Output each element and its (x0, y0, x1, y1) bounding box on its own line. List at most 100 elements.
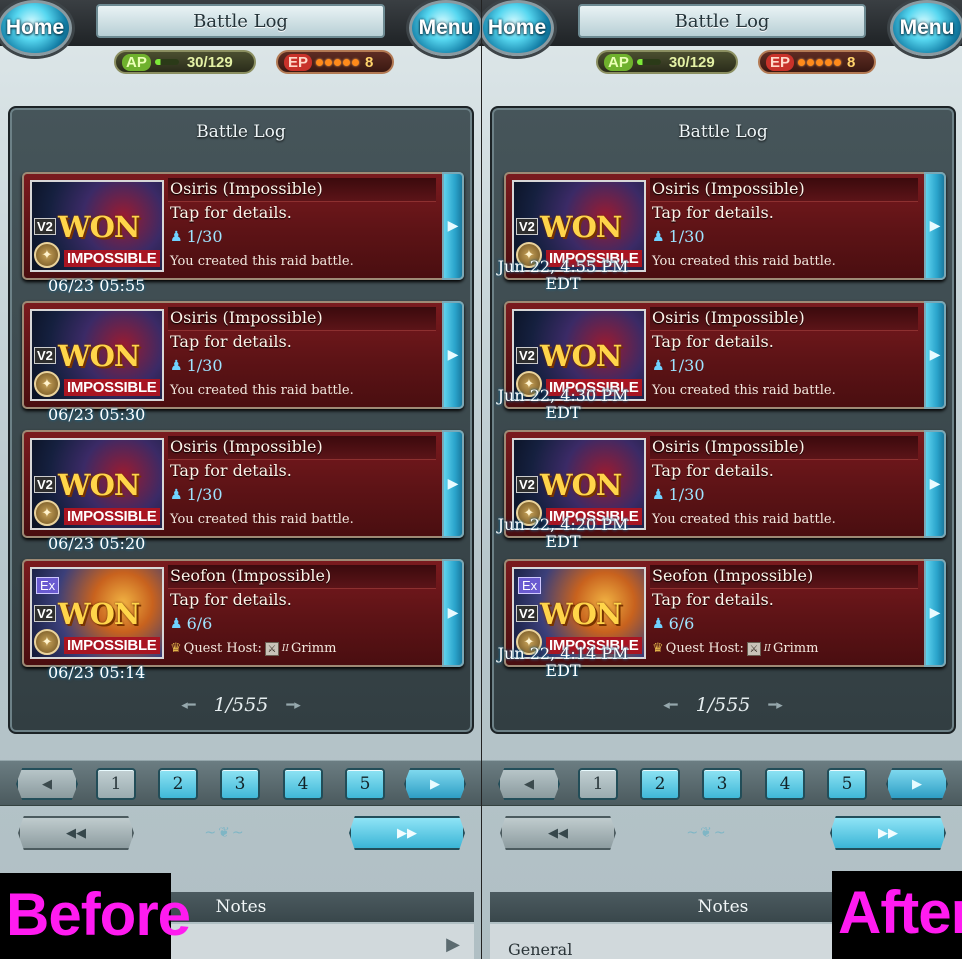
v2-badge: V2 (34, 605, 56, 622)
ep-value: 8 (365, 53, 374, 71)
won-label: WON (540, 468, 622, 502)
host-crest-icon: ♛ (170, 641, 182, 656)
class-icon: ⚔ (264, 641, 279, 656)
won-label: WON (58, 468, 140, 502)
player-count: ♟ 1/30 (170, 356, 223, 375)
v2-badge: V2 (34, 347, 56, 364)
won-label: WON (540, 339, 622, 373)
tap-details: Tap for details. (652, 461, 774, 480)
impossible-label: IMPOSSIBLE (64, 379, 160, 396)
entry-arrow-button[interactable]: ▶ (924, 172, 946, 280)
entry-timestamp: 06/23 05:14 (48, 663, 146, 682)
page-3-button[interactable]: 3 (702, 768, 742, 800)
battle-entry[interactable]: V2 WON ✦ IMPOSSIBLE Osiris (Impossible) … (22, 172, 464, 280)
home-button[interactable]: Home (482, 0, 554, 56)
difficulty-icon: ✦ (34, 629, 60, 655)
battle-log-panel: Battle Log V2 WON ✦ IMPOSSIBLE Osiris (I… (490, 106, 956, 734)
ap-value: 30/129 (186, 53, 233, 71)
impossible-label: IMPOSSIBLE (64, 637, 160, 654)
expand-arrow-icon[interactable]: ▶ (446, 934, 460, 955)
seofon-thumbnail: Ex V2 WON ✦ IMPOSSIBLE (30, 567, 164, 659)
entry-timestamp: 06/23 05:30 (48, 405, 146, 424)
person-icon: ♟ (652, 486, 665, 503)
next-page-button[interactable]: ▶ (404, 768, 466, 800)
battle-log-title: Battle Log (678, 122, 768, 142)
page-1-button[interactable]: 1 (96, 768, 136, 800)
page-2-button[interactable]: 2 (640, 768, 680, 800)
page-2-button[interactable]: 2 (158, 768, 198, 800)
pagination-row: ◀ 1 2 3 4 5 ▶ (0, 760, 481, 806)
entry-arrow-button[interactable]: ▶ (442, 559, 464, 667)
ap-meter: AP 30/129 (596, 50, 738, 74)
osiris-thumbnail: V2 WON ✦ IMPOSSIBLE (30, 309, 164, 401)
page-5-button[interactable]: 5 (827, 768, 867, 800)
battle-entry[interactable]: V2 WON ✦ IMPOSSIBLE Osiris (Impossible) … (22, 301, 464, 409)
host-name: Grimm (290, 641, 337, 656)
entry-arrow-button[interactable]: ▶ (924, 301, 946, 409)
jump-row: ◀◀ ~❦~ ▶▶ (0, 814, 481, 852)
class-mark: II (281, 643, 289, 654)
person-icon: ♟ (170, 357, 183, 374)
ep-dots (316, 58, 360, 66)
entry-arrow-button[interactable]: ▶ (442, 301, 464, 409)
won-label: WON (58, 210, 140, 244)
person-icon: ♟ (170, 228, 183, 245)
prev-page-button[interactable]: ◀ (16, 768, 78, 800)
entry-arrow-button[interactable]: ▶ (442, 172, 464, 280)
first-page-button[interactable]: ◀◀ (500, 816, 616, 850)
prev-page-button[interactable]: ◀ (498, 768, 560, 800)
ap-bar (154, 59, 179, 65)
next-page-button[interactable]: ▶ (886, 768, 948, 800)
ap-meter: AP 30/129 (114, 50, 256, 74)
person-icon: ♟ (170, 486, 183, 503)
entry-timestamp: Jun 22, 4:30 PM EDT (497, 386, 629, 422)
last-page-button[interactable]: ▶▶ (349, 816, 465, 850)
notes-general-label[interactable]: General (508, 940, 572, 959)
page-4-button[interactable]: 4 (283, 768, 323, 800)
ep-label: EP (766, 53, 795, 71)
page-5-button[interactable]: 5 (345, 768, 385, 800)
top-title: Battle Log (96, 4, 385, 38)
raid-name: Osiris (Impossible) (652, 308, 805, 327)
quest-host: ♛ Quest Host: ⚔ II Grimm (652, 641, 819, 656)
battle-entry[interactable]: V2 WON ✦ IMPOSSIBLE Osiris (Impossible) … (22, 430, 464, 538)
player-count: ♟ 1/30 (652, 356, 705, 375)
player-count: ♟ 1/30 (170, 485, 223, 504)
tap-details: Tap for details. (652, 590, 774, 609)
entry-arrow-button[interactable]: ▶ (924, 559, 946, 667)
player-count: ♟ 6/6 (170, 614, 213, 633)
last-page-button[interactable]: ▶▶ (830, 816, 946, 850)
tap-details: Tap for details. (170, 332, 292, 351)
menu-button[interactable]: Menu (890, 0, 962, 56)
osiris-thumbnail: V2 WON ✦ IMPOSSIBLE (30, 438, 164, 530)
page-indicator: ◂━ 1/555 ━▸ (663, 694, 783, 716)
battle-entry[interactable]: Ex V2 WON ✦ IMPOSSIBLE Seofon (Impossibl… (22, 559, 464, 667)
entry-note: You created this raid battle. (652, 254, 836, 269)
entry-note: You created this raid battle. (170, 254, 354, 269)
page-indicator: ◂━ 1/555 ━▸ (181, 694, 301, 716)
ep-meter: EP 8 (758, 50, 876, 74)
v2-badge: V2 (34, 476, 56, 493)
won-label: WON (540, 210, 622, 244)
class-mark: II (763, 643, 771, 654)
ep-meter: EP 8 (276, 50, 394, 74)
ap-value: 30/129 (668, 53, 715, 71)
v2-badge: V2 (516, 347, 538, 364)
class-icon: ⚔ (746, 641, 761, 656)
tap-details: Tap for details. (652, 203, 774, 222)
entry-arrow-button[interactable]: ▶ (442, 430, 464, 538)
entry-timestamp: Jun 22, 4:14 PM EDT (497, 644, 629, 680)
home-button[interactable]: Home (0, 0, 72, 56)
first-page-button[interactable]: ◀◀ (18, 816, 134, 850)
entry-arrow-button[interactable]: ▶ (924, 430, 946, 538)
page-4-button[interactable]: 4 (765, 768, 805, 800)
ep-value: 8 (847, 53, 856, 71)
person-icon: ♟ (652, 228, 665, 245)
page-3-button[interactable]: 3 (220, 768, 260, 800)
menu-button[interactable]: Menu (409, 0, 481, 56)
ex-badge: Ex (36, 577, 60, 594)
tap-details: Tap for details. (170, 590, 292, 609)
player-count: ♟ 6/6 (652, 614, 695, 633)
page-1-button[interactable]: 1 (578, 768, 618, 800)
difficulty-icon: ✦ (34, 371, 60, 397)
